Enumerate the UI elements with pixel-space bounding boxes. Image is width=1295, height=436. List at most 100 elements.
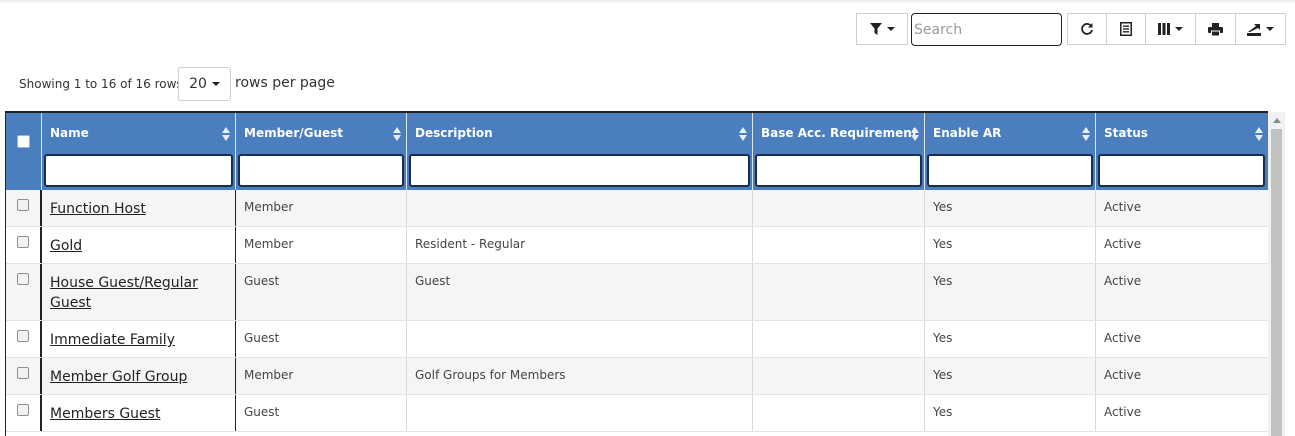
member-guest-value: Member — [244, 368, 294, 382]
name-link[interactable]: Immediate Family — [50, 330, 220, 350]
table-row[interactable]: House Guest/Regular Guest Guest Guest Ye… — [6, 264, 1268, 321]
status-cell: Active — [1096, 321, 1268, 357]
sort-icon[interactable] — [1255, 127, 1263, 141]
column-header-description[interactable]: Description — [407, 113, 753, 190]
table-header: Name Member/Guest Description Base Acc. … — [6, 113, 1268, 190]
chevron-down-icon — [211, 82, 220, 86]
column-header-member-guest[interactable]: Member/Guest — [236, 113, 407, 190]
status-value: Active — [1104, 405, 1142, 419]
column-label: Status — [1104, 126, 1148, 140]
top-shadow — [0, 0, 1295, 4]
base-acc-filter-input[interactable] — [755, 154, 922, 187]
scrollbar-thumb[interactable] — [1271, 129, 1282, 436]
status-filter-input[interactable] — [1098, 154, 1265, 187]
table-row[interactable]: Immediate Family Guest Yes Active — [6, 321, 1268, 358]
sort-icon[interactable] — [393, 127, 401, 141]
name-link[interactable]: Member Golf Group — [50, 367, 220, 387]
column-label: Member/Guest — [244, 126, 344, 140]
member-guest-filter-input[interactable] — [238, 154, 404, 187]
sort-icon[interactable] — [739, 127, 747, 141]
member-guest-value: Member — [244, 200, 294, 214]
row-checkbox[interactable] — [17, 273, 29, 285]
description-cell: Resident - Regular — [407, 227, 753, 263]
status-cell: Active — [1096, 358, 1268, 394]
row-checkbox[interactable] — [17, 199, 29, 211]
column-header-name[interactable]: Name — [42, 113, 236, 190]
description-filter-input[interactable] — [409, 154, 750, 187]
column-label: Enable AR — [933, 126, 1002, 140]
enable-ar-value: Yes — [933, 274, 953, 288]
select-all-column — [6, 113, 42, 190]
table-row[interactable]: Members Guest Guest Yes Active — [6, 395, 1268, 432]
list-view-icon — [1120, 22, 1132, 36]
member-guest-cell: Member — [236, 358, 407, 394]
chevron-down-icon — [1266, 27, 1274, 31]
page-size-value: 20 — [189, 76, 207, 92]
enable-ar-value: Yes — [933, 368, 953, 382]
enable-ar-cell: Yes — [925, 321, 1096, 357]
member-guest-value: Guest — [244, 405, 280, 419]
base-acc-cell — [753, 264, 925, 320]
name-link[interactable]: House Guest/Regular Guest — [50, 273, 220, 313]
scroll-up-arrow-icon[interactable] — [1273, 118, 1281, 123]
row-checkbox[interactable] — [17, 330, 29, 342]
name-cell: Function Host — [42, 190, 236, 226]
name-link[interactable]: Gold — [50, 236, 220, 256]
row-checkbox[interactable] — [17, 236, 29, 248]
table-row[interactable]: Gold Member Resident - Regular Yes Activ… — [6, 227, 1268, 264]
row-select-cell — [6, 227, 42, 263]
base-acc-cell — [753, 227, 925, 263]
description-cell: Golf Groups for Members — [407, 358, 753, 394]
member-guest-cell: Member — [236, 227, 407, 263]
column-header-base-acc-requirement[interactable]: Base Acc. Requirement — [753, 113, 925, 190]
status-cell: Active — [1096, 395, 1268, 431]
print-icon — [1208, 22, 1223, 36]
refresh-button[interactable] — [1067, 13, 1107, 45]
chevron-down-icon — [886, 27, 895, 31]
filter-icon — [869, 23, 882, 35]
enable-ar-value: Yes — [933, 331, 953, 345]
row-checkbox[interactable] — [17, 367, 29, 379]
sort-icon[interactable] — [1082, 127, 1090, 141]
filter-toggle-button[interactable] — [856, 13, 908, 45]
name-cell: Member Golf Group — [42, 358, 236, 394]
data-table: Name Member/Guest Description Base Acc. … — [5, 111, 1268, 436]
toggle-view-button[interactable] — [1106, 13, 1146, 45]
member-guest-cell: Member — [236, 190, 407, 226]
enable-ar-value: Yes — [933, 405, 953, 419]
column-header-enable-ar[interactable]: Enable AR — [925, 113, 1096, 190]
column-header-status[interactable]: Status — [1096, 113, 1268, 190]
print-button[interactable] — [1195, 13, 1236, 45]
description-value: Golf Groups for Members — [415, 368, 566, 382]
table-row[interactable]: Function Host Member Yes Active — [6, 190, 1268, 227]
columns-button[interactable] — [1145, 13, 1196, 45]
enable-ar-filter-input[interactable] — [927, 154, 1093, 187]
page-size-dropdown[interactable]: 20 — [178, 67, 231, 101]
table-row[interactable]: Member Golf Group Member Golf Groups for… — [6, 358, 1268, 395]
sort-icon[interactable] — [222, 127, 230, 141]
column-label: Description — [415, 126, 493, 140]
status-cell: Active — [1096, 190, 1268, 226]
search-input[interactable] — [911, 13, 1062, 46]
base-acc-cell — [753, 321, 925, 357]
columns-icon — [1158, 23, 1170, 35]
member-guest-cell: Guest — [236, 264, 407, 320]
name-filter-input[interactable] — [44, 154, 233, 187]
row-checkbox[interactable] — [17, 404, 29, 416]
row-select-cell — [6, 190, 42, 226]
status-value: Active — [1104, 200, 1142, 214]
enable-ar-cell: Yes — [925, 227, 1096, 263]
member-guest-cell: Guest — [236, 395, 407, 431]
name-link[interactable]: Members Guest — [50, 404, 220, 424]
sort-icon[interactable] — [911, 127, 919, 141]
column-label: Name — [50, 126, 89, 140]
row-select-cell — [6, 358, 42, 394]
name-link[interactable]: Function Host — [50, 199, 220, 219]
member-guest-value: Member — [244, 237, 294, 251]
vertical-scrollbar[interactable] — [1268, 112, 1285, 436]
pagination-info: Showing 1 to 16 of 16 rows — [19, 77, 183, 91]
export-button[interactable] — [1235, 13, 1286, 45]
select-all-checkbox[interactable] — [17, 135, 30, 148]
base-acc-cell — [753, 358, 925, 394]
description-value: Guest — [415, 274, 451, 288]
